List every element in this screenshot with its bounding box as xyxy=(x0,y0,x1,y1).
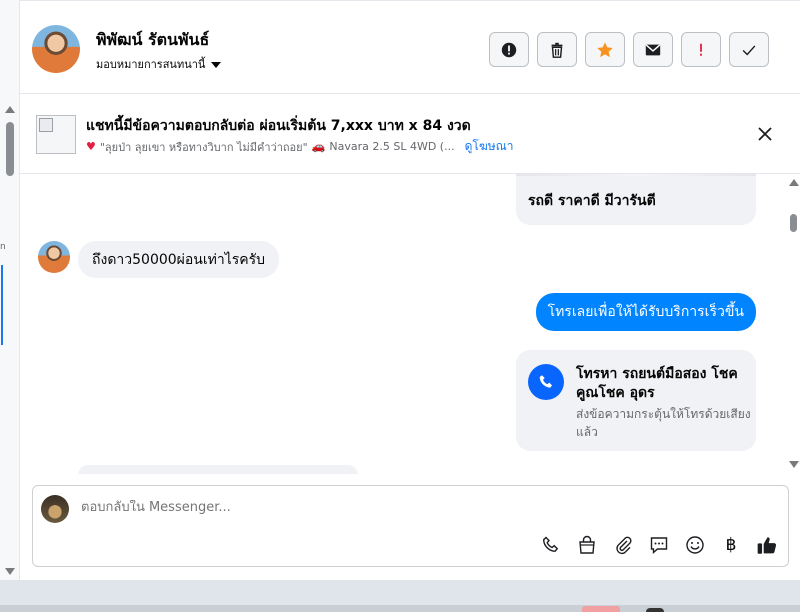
scroll-thumb[interactable] xyxy=(790,214,797,232)
taskbar-app-icon[interactable] xyxy=(582,606,620,612)
assign-label: มอบหมายการสนทนานี้ xyxy=(96,58,206,71)
scroll-up-arrow-icon[interactable] xyxy=(789,179,799,186)
call-card-description: ส่งข้อความกระตุ้นให้โทรด้วยเสียงแล้ว xyxy=(576,407,751,439)
star-icon xyxy=(597,41,613,57)
ad-title: แชทนี้มีข้อความตอบกลับต่อ ผ่อนเริ่มต้น 7… xyxy=(86,118,471,134)
card-image xyxy=(516,174,756,176)
smiley-icon xyxy=(686,536,704,554)
page-avatar xyxy=(41,495,69,523)
phone-icon xyxy=(542,536,559,552)
card-text: รถดี ราคาดี มีวารันตี xyxy=(528,193,656,209)
attach-button[interactable] xyxy=(612,534,634,556)
heart-icon: ♥ xyxy=(86,140,96,153)
ad-description-text: "ลุยป่า ลุยเขา หรือทางวิบาก ไม่มีคำว่าถอ… xyxy=(99,140,308,154)
delete-button[interactable] xyxy=(537,32,577,67)
like-button[interactable] xyxy=(756,534,778,556)
saved-replies-button[interactable] xyxy=(648,534,670,556)
see-ads-link[interactable]: ดูโฆษณา xyxy=(465,137,514,156)
reply-composer[interactable]: ฿ xyxy=(32,485,789,567)
contact-avatar[interactable] xyxy=(32,25,80,73)
taskbar-app-icon-2[interactable] xyxy=(646,608,664,612)
ad-thumbnail[interactable] xyxy=(36,115,76,154)
shopping-bag-icon xyxy=(579,535,595,554)
call-card-title: โทรหา รถยนต์มือสอง โชคคูณโชค อุดร xyxy=(576,366,738,401)
caret-down-icon xyxy=(211,61,222,68)
call-request-card[interactable]: โทรหา รถยนต์มือสอง โชคคูณโชค อุดร ส่งข้อ… xyxy=(516,350,756,451)
ad-description-text-2: Navara 2.5 SL 4WD (... xyxy=(329,140,455,153)
messenger-window: n พิพัฒน์ รัตนพันธ์ มอบหมายการสนทนานี้ แ… xyxy=(0,0,800,612)
report-button[interactable] xyxy=(489,32,529,67)
mail-button[interactable] xyxy=(633,32,673,67)
composer-area: ฿ xyxy=(20,474,800,580)
taskbar xyxy=(0,605,800,612)
mark-important-button[interactable] xyxy=(681,32,721,67)
baht-icon: ฿ xyxy=(725,535,737,555)
trash-icon xyxy=(551,42,563,58)
sidebar-clipped-text: n xyxy=(0,242,6,252)
exclamation-icon xyxy=(700,43,702,56)
right-gutter xyxy=(788,474,800,580)
scroll-down-arrow-icon[interactable] xyxy=(5,568,15,575)
emoji-button[interactable] xyxy=(684,534,706,556)
report-icon xyxy=(501,42,517,57)
mail-icon xyxy=(645,44,661,55)
scroll-up-arrow-icon[interactable] xyxy=(5,106,15,113)
contact-avatar-small[interactable] xyxy=(38,241,70,273)
phone-icon xyxy=(528,364,564,400)
conversation-header: พิพัฒน์ รัตนพันธ์ มอบหมายการสนทนานี้ xyxy=(20,0,800,94)
check-icon xyxy=(742,44,756,56)
template-card: รถดี ราคาดี มีวารันตี xyxy=(516,174,756,225)
call-button[interactable] xyxy=(540,534,562,556)
thread-scrollbar[interactable] xyxy=(788,174,800,474)
selected-indicator xyxy=(1,265,3,345)
payment-button[interactable]: ฿ xyxy=(720,534,742,556)
incoming-message-partial[interactable] xyxy=(78,465,358,474)
incoming-message[interactable]: ถึงดาว50000ผ่อนเท่าไรครับ xyxy=(78,241,280,278)
outgoing-message[interactable]: โทรเลยเพื่อให้ได้รับบริการเร็วขึ้น xyxy=(535,293,756,331)
shop-button[interactable] xyxy=(576,534,598,556)
paperclip-icon xyxy=(616,536,632,555)
ad-reply-banner: แชทนี้มีข้อความตอบกลับต่อ ผ่อนเริ่มต้น 7… xyxy=(20,95,800,174)
contact-name[interactable]: พิพัฒน์ รัตนพันธ์ xyxy=(96,28,209,53)
mark-done-button[interactable] xyxy=(729,32,769,67)
ad-description: ♥ "ลุยป่า ลุยเขา หรือทางวิบาก ไม่มีคำว่า… xyxy=(86,137,514,156)
chat-bubble-icon xyxy=(650,537,668,555)
composer-tools: ฿ xyxy=(540,534,778,556)
assign-conversation-dropdown[interactable]: มอบหมายการสนทนานี้ xyxy=(96,55,222,73)
scroll-down-arrow-icon[interactable] xyxy=(789,461,799,468)
scroll-thumb[interactable] xyxy=(6,122,14,176)
taskbar-strip xyxy=(0,580,800,612)
star-button[interactable] xyxy=(585,32,625,67)
thumbs-up-icon xyxy=(757,537,777,554)
header-actions xyxy=(489,32,769,67)
message-thread[interactable]: รถดี ราคาดี มีวารันตี ถึงดาว50000ผ่อนเท่… xyxy=(20,174,788,474)
reply-input[interactable] xyxy=(81,500,681,515)
car-icon: 🚗 xyxy=(311,140,326,153)
close-icon[interactable] xyxy=(756,125,774,143)
left-scrollbar[interactable]: n xyxy=(0,0,20,580)
